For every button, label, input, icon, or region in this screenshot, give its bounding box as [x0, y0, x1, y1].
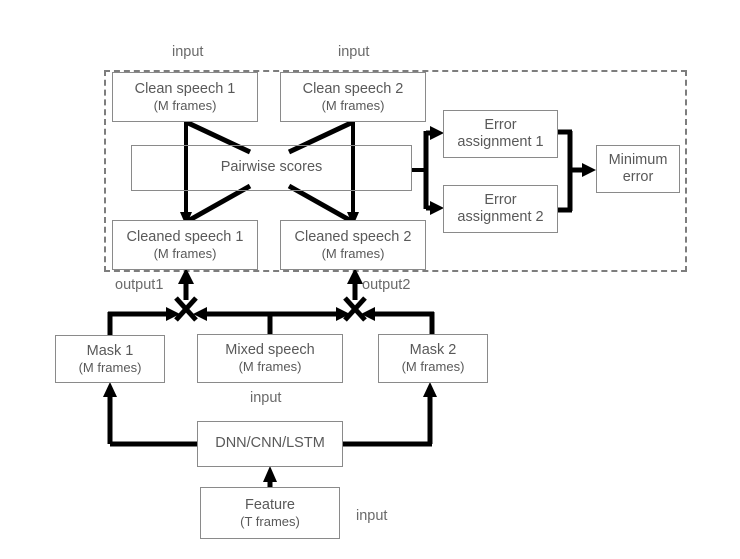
box-mixed-speech-line1: Mixed speech: [225, 342, 315, 359]
box-clean-speech-2: Clean speech 2 (M frames): [280, 72, 426, 122]
box-error-assignment-1-line1: Error: [484, 116, 517, 133]
multiply-node-2: [341, 294, 369, 324]
box-minimum-error: Minimum error: [596, 145, 680, 193]
label-output1: output1: [115, 277, 164, 293]
box-cleaned-speech-1-line1: Cleaned speech 1: [126, 228, 244, 245]
box-mask-1: Mask 1 (M frames): [55, 335, 165, 383]
box-cleaned-speech-1-line2: (M frames): [153, 245, 217, 261]
box-error-assignment-1-line2: assignment 1: [457, 134, 544, 150]
label-output2: output2: [362, 277, 411, 293]
box-mixed-speech-line2: (M frames): [238, 359, 302, 375]
box-clean-speech-1-line1: Clean speech 1: [134, 80, 236, 97]
box-error-assignment-2-line1: Error: [484, 191, 517, 208]
box-mask-2-line2: (M frames): [401, 359, 465, 375]
box-minimum-error-line1: Minimum: [608, 151, 668, 168]
box-clean-speech-2-line2: (M frames): [321, 97, 385, 113]
label-input-feature: input: [356, 508, 388, 524]
box-cleaned-speech-2-line2: (M frames): [321, 245, 385, 261]
box-cleaned-speech-2: Cleaned speech 2 (M frames): [280, 220, 426, 270]
box-error-assignment-2: Error assignment 2: [443, 185, 558, 233]
diagram-canvas: input input Clean speech 1 (M frames) Cl…: [0, 0, 740, 559]
box-mixed-speech: Mixed speech (M frames): [197, 334, 343, 383]
label-input-mixed: input: [250, 390, 282, 406]
box-error-assignment-1: Error assignment 1: [443, 110, 558, 158]
label-input-top-right: input: [338, 44, 370, 60]
box-mask-1-line2: (M frames): [78, 359, 142, 375]
box-pairwise-scores: Pairwise scores: [131, 145, 412, 191]
box-mask-2: Mask 2 (M frames): [378, 334, 488, 383]
box-feature-line1: Feature: [245, 496, 295, 513]
box-feature: Feature (T frames): [200, 487, 340, 539]
box-dnn-label: DNN/CNN/LSTM: [215, 435, 325, 452]
box-pairwise-scores-label: Pairwise scores: [214, 159, 329, 177]
box-dnn: DNN/CNN/LSTM: [197, 421, 343, 467]
box-cleaned-speech-2-line1: Cleaned speech 2: [294, 228, 412, 245]
multiply-icon-1: [174, 296, 198, 322]
box-feature-line2: (T frames): [240, 513, 300, 529]
box-error-assignment-2-line2: assignment 2: [457, 209, 544, 225]
box-clean-speech-2-line1: Clean speech 2: [302, 80, 404, 97]
box-minimum-error-line2: error: [622, 169, 654, 185]
box-cleaned-speech-1: Cleaned speech 1 (M frames): [112, 220, 258, 270]
box-mask-2-line1: Mask 2: [409, 342, 457, 359]
label-input-top-left: input: [172, 44, 204, 60]
box-clean-speech-1: Clean speech 1 (M frames): [112, 72, 258, 122]
multiply-icon-2: [343, 296, 367, 322]
box-clean-speech-1-line2: (M frames): [153, 97, 217, 113]
multiply-node-1: [172, 294, 200, 324]
box-mask-1-line1: Mask 1: [86, 342, 134, 359]
